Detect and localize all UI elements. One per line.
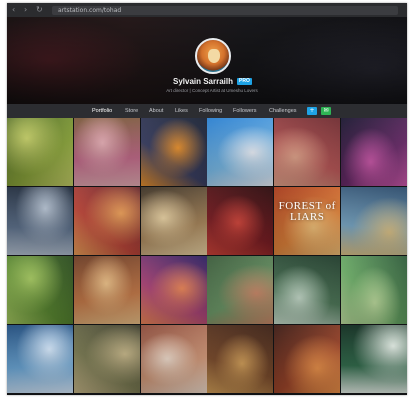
artwork-white-portal[interactable] [341,325,407,393]
artwork-shading [73,325,140,393]
artwork-shading [341,187,407,255]
forward-icon[interactable]: › [24,6,32,14]
browser-window: ‹ › ↻ artstation.com/tohad Sylvain Sarra… [7,3,407,395]
artwork-shading [7,256,73,324]
artwork-shading [207,256,274,324]
artwork-coast-village[interactable] [341,187,407,255]
back-icon[interactable]: ‹ [12,6,20,14]
artwork-shading [73,187,140,255]
artwork-red-sky-birds[interactable] [274,118,341,186]
artwork-white-temple[interactable] [140,325,207,393]
reload-icon[interactable]: ↻ [36,6,44,14]
artwork-neon-city[interactable] [341,118,407,186]
follow-button[interactable]: + [307,107,317,115]
profile-nav: Portfolio Store About Likes Following Fo… [7,104,407,118]
artwork-ruins-arch[interactable] [7,187,73,255]
tab-portfolio[interactable]: Portfolio [92,104,112,118]
artwork-shading [207,118,274,186]
artwork-red-corridor[interactable] [207,187,274,255]
artwork-waterfall-cliff[interactable] [274,256,341,324]
artwork-pink-tree-cliff[interactable] [73,118,140,186]
artwork-old-town-street[interactable] [73,256,140,324]
browser-nav-buttons: ‹ › ↻ [12,6,44,14]
message-icon: ✉ [323,107,329,114]
artwork-orange-sunset-road[interactable] [274,325,341,393]
artwork-shading [341,256,407,324]
browser-toolbar: ‹ › ↻ artstation.com/tohad [7,3,407,17]
artwork-red-rock-peak[interactable] [140,256,207,324]
tab-challenges[interactable]: Challenges [269,104,297,118]
tab-store[interactable]: Store [125,104,138,118]
artwork-market-alley[interactable] [73,325,140,393]
artwork-shading [341,118,407,186]
profile-subtitle: Art director | Concept Artist at Umeshu … [166,88,258,93]
artwork-shading [140,256,207,324]
artwork-sky-birds-green[interactable] [341,256,407,324]
artwork-shading [207,325,274,393]
artwork-shading [341,325,407,393]
address-bar[interactable]: artstation.com/tohad [52,5,398,15]
artwork-shading [140,187,207,255]
artwork-shading [140,118,207,186]
artwork-shading [7,118,73,186]
tab-following[interactable]: Following [199,104,222,118]
tab-likes[interactable]: Likes [175,104,188,118]
artwork-forest-creature[interactable] [7,118,73,186]
artwork-shading [73,118,140,186]
artwork-title: FOREST of LIARS [278,200,336,223]
portfolio-gallery: FOREST of LIARS [7,118,407,395]
artwork-shading [207,187,274,255]
add-user-icon: + [309,107,315,114]
artwork-sunset-dunes[interactable] [73,187,140,255]
artwork-forest-of-liars[interactable]: FOREST of LIARS [274,187,341,255]
artwork-shading [7,187,73,255]
artwork-cloud-sky[interactable] [207,118,274,186]
artwork-fire-cave[interactable] [140,118,207,186]
artwork-floating-islands[interactable] [207,256,274,324]
artwork-shading [140,325,207,393]
artwork-shading [7,325,73,393]
pro-badge: PRO [237,78,252,85]
tab-about[interactable]: About [149,104,163,118]
artwork-shading [274,325,341,393]
avatar[interactable] [195,38,231,74]
artwork-shading [73,256,140,324]
artwork-blue-towers[interactable] [7,325,73,393]
message-button[interactable]: ✉ [321,107,331,115]
artwork-green-fields[interactable] [7,256,73,324]
artwork-rock-canyon[interactable] [140,187,207,255]
artwork-tavern-interior[interactable] [207,325,274,393]
artwork-shading [274,256,341,324]
tab-followers[interactable]: Followers [233,104,257,118]
avatar-face [208,49,220,63]
artwork-shading [274,118,341,186]
